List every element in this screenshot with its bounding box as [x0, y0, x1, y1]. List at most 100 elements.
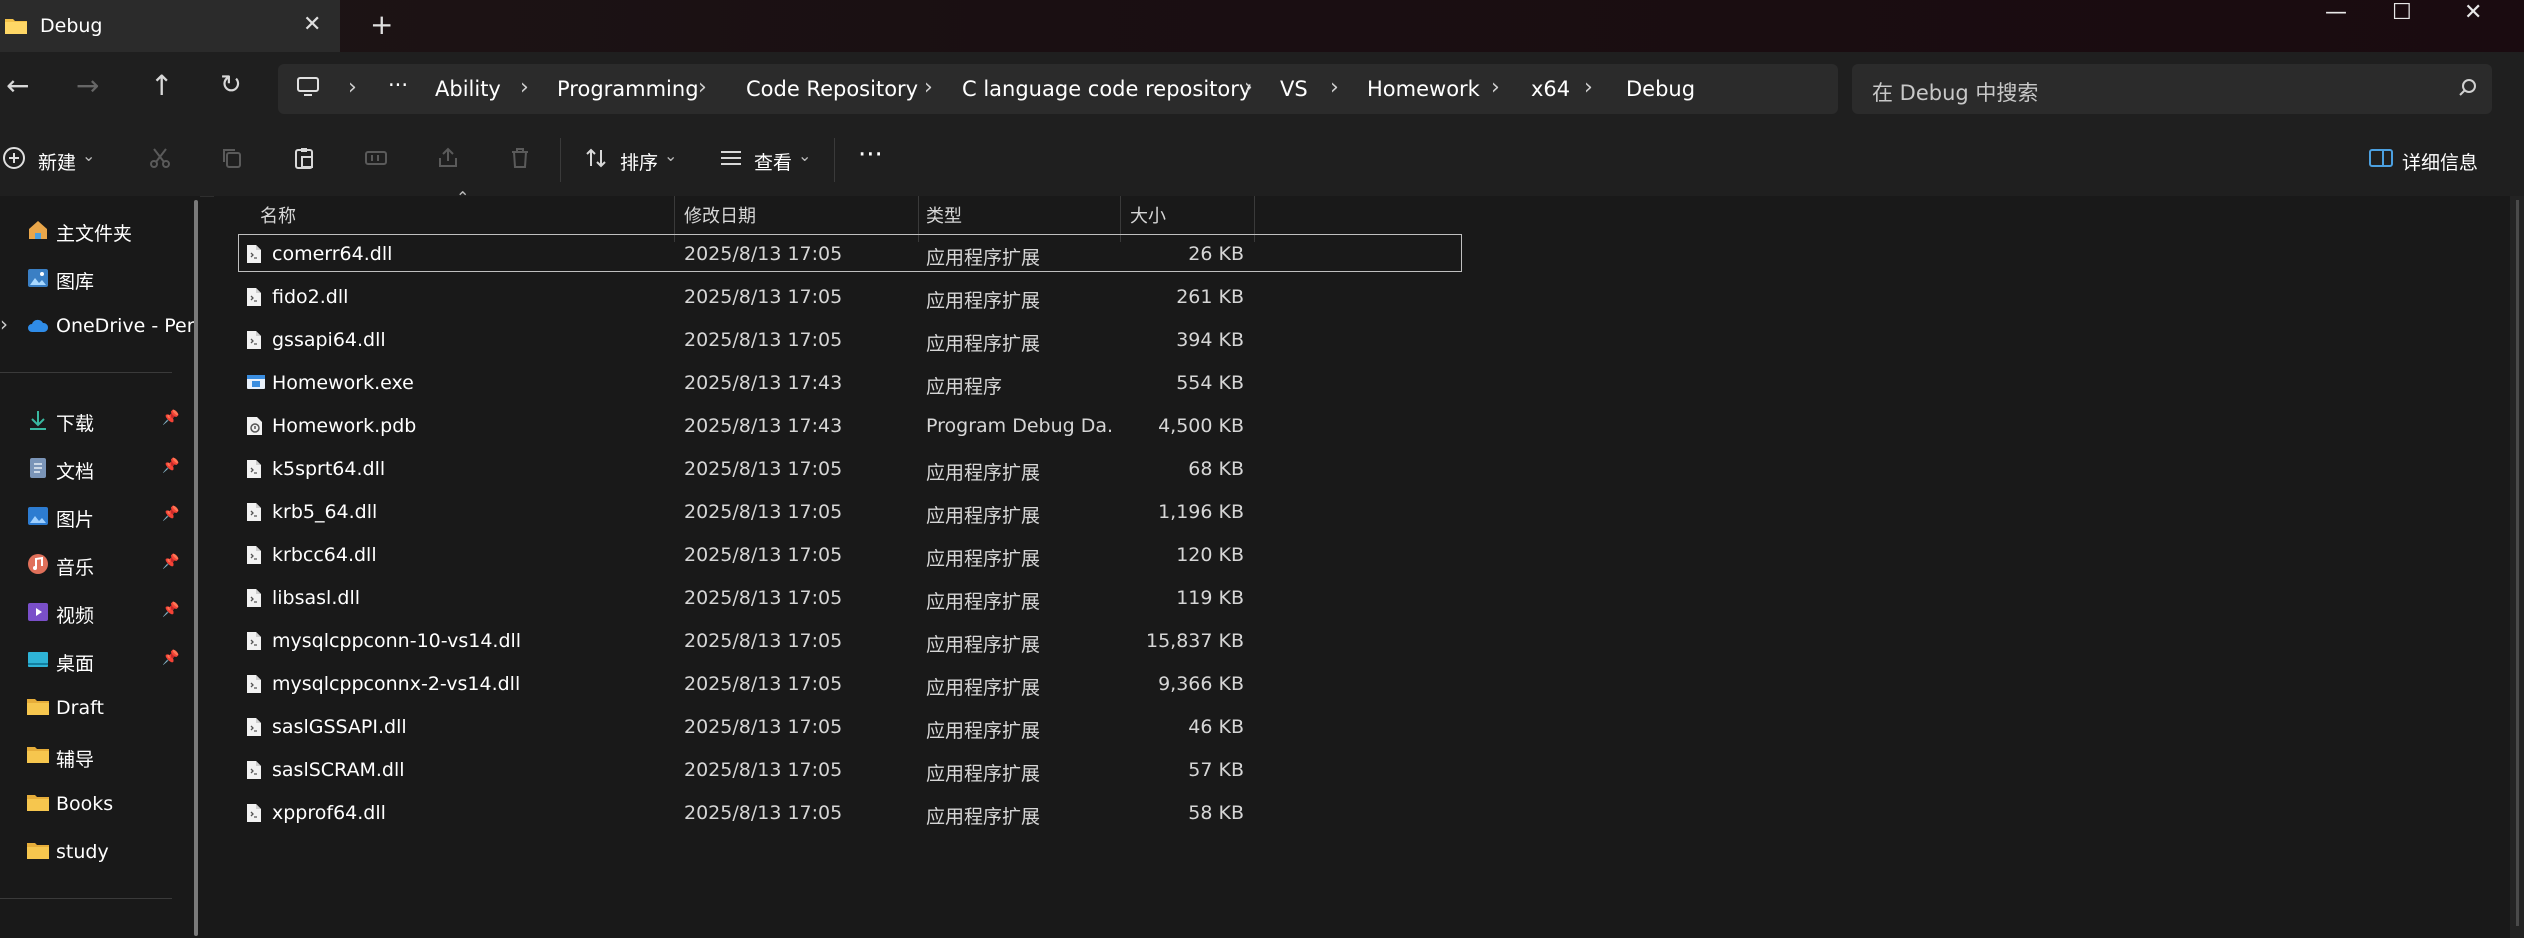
details-pane-icon[interactable] [2368, 146, 2394, 174]
file-name: gssapi64.dll [272, 329, 386, 351]
sidebar-item-documents[interactable]: 文档 📌 [0, 446, 185, 490]
table-row[interactable]: saslGSSAPI.dll 2025/8/13 17:05 应用程序扩展 46 KB [238, 707, 1462, 745]
tab-close-icon[interactable]: ✕ [303, 12, 321, 37]
view-icon[interactable] [718, 146, 744, 174]
copy-icon[interactable] [220, 146, 244, 174]
forward-button[interactable]: → [76, 72, 99, 100]
toolbar-divider [560, 138, 561, 182]
table-row[interactable]: xpprof64.dll 2025/8/13 17:05 应用程序扩展 58 KB [238, 793, 1462, 831]
table-row[interactable]: mysqlcppconnx-2-vs14.dll 2025/8/13 17:05 应… [238, 664, 1462, 702]
delete-icon[interactable] [508, 146, 532, 174]
search-input[interactable]: 在 Debug 中搜索 [1872, 77, 2038, 107]
tab-debug[interactable]: Debug ✕ [0, 0, 340, 52]
folder-icon [4, 16, 28, 40]
file-name: libsasl.dll [272, 587, 360, 609]
crumb-programming[interactable]: Programming [557, 77, 699, 101]
table-row[interactable]: libsasl.dll 2025/8/13 17:05 应用程序扩展 119 KB [238, 578, 1462, 616]
sidebar-item-label: 主文件夹 [56, 223, 133, 245]
pin-icon[interactable]: 📌 [162, 602, 179, 618]
crumb-x64[interactable]: x64 [1531, 77, 1570, 101]
toolbar-divider [834, 138, 835, 182]
search-box[interactable]: 在 Debug 中搜索 [1852, 64, 2492, 114]
sidebar-item-home[interactable]: 主文件夹 [0, 208, 185, 252]
sidebar-item-tutoring[interactable]: 辅导 [0, 734, 185, 778]
crumb-code-repository[interactable]: Code Repository [746, 77, 918, 101]
table-row[interactable]: k5sprt64.dll 2025/8/13 17:05 应用程序扩展 68 KB [238, 449, 1462, 487]
sort-icon[interactable] [584, 146, 610, 174]
exe-file-icon [246, 373, 266, 395]
sidebar-item-videos[interactable]: 视频 📌 [0, 590, 185, 634]
table-row[interactable]: krb5_64.dll 2025/8/13 17:05 应用程序扩展 1,196 KB [238, 492, 1462, 530]
file-size: 119 KB [1176, 587, 1244, 609]
crumb-ability[interactable]: Ability [435, 77, 501, 101]
refresh-button[interactable]: ↻ [220, 72, 242, 98]
pin-icon[interactable]: 📌 [162, 506, 179, 522]
file-type: 应用程序扩展 [926, 763, 1041, 785]
table-row[interactable]: comerr64.dll 2025/8/13 17:05 应用程序扩展 26 KB [238, 234, 1462, 272]
share-icon[interactable] [436, 146, 460, 174]
scrollbar-thumb[interactable] [2516, 200, 2519, 926]
breadcrumb[interactable]: › ··· Ability › Programming › Code Repos… [278, 64, 1838, 114]
file-name: krb5_64.dll [272, 501, 378, 523]
sidebar-item-desktop[interactable]: 桌面 📌 [0, 638, 185, 682]
close-button[interactable]: ✕ [2464, 0, 2482, 25]
home-icon [26, 218, 50, 246]
cut-icon[interactable] [148, 146, 172, 174]
file-type: 应用程序扩展 [926, 677, 1041, 699]
file-date: 2025/8/13 17:05 [684, 544, 843, 566]
new-tab-button[interactable]: + [370, 8, 393, 41]
sidebar-item-onedrive[interactable]: › OneDrive - Per [0, 304, 195, 348]
table-row[interactable]: fido2.dll 2025/8/13 17:05 应用程序扩展 261 KB [238, 277, 1462, 315]
crumb-vs[interactable]: VS [1280, 77, 1308, 101]
minimize-button[interactable]: — [2325, 0, 2347, 25]
new-button[interactable]: 新建 [38, 148, 76, 175]
sidebar-item-draft[interactable]: Draft [0, 686, 185, 730]
rename-icon[interactable] [364, 146, 388, 174]
view-button[interactable]: 查看 [754, 148, 792, 175]
table-row[interactable]: krbcc64.dll 2025/8/13 17:05 应用程序扩展 120 KB [238, 535, 1462, 573]
monitor-icon[interactable] [296, 76, 320, 102]
pin-icon[interactable]: 📌 [162, 650, 179, 666]
maximize-button[interactable]: ☐ [2392, 0, 2412, 25]
table-row[interactable]: saslSCRAM.dll 2025/8/13 17:05 应用程序扩展 57 KB [238, 750, 1462, 788]
sidebar-item-label: OneDrive - Per [56, 315, 195, 337]
video-icon [26, 600, 50, 628]
file-type: 应用程序扩展 [926, 290, 1041, 312]
table-row[interactable]: mysqlcppconn-10-vs14.dll 2025/8/13 17:05 应… [238, 621, 1462, 659]
file-size: 120 KB [1176, 544, 1244, 566]
more-options-button[interactable]: ··· [858, 140, 883, 170]
sidebar-item-downloads[interactable]: 下载 📌 [0, 398, 185, 442]
sidebar-item-pictures[interactable]: 图片 📌 [0, 494, 185, 538]
vertical-scrollbar[interactable] [2510, 196, 2524, 938]
sidebar-item-study[interactable]: study [0, 830, 185, 874]
sidebar-item-music[interactable]: 音乐 📌 [0, 542, 185, 586]
sidebar-scrollbar[interactable] [194, 200, 198, 936]
sidebar-item-gallery[interactable]: 图库 [0, 256, 185, 300]
table-row[interactable]: gssapi64.dll 2025/8/13 17:05 应用程序扩展 394 KB [238, 320, 1462, 358]
sidebar-item-books[interactable]: Books [0, 782, 185, 826]
crumb-c-language[interactable]: C language code repository [962, 77, 1251, 101]
chevron-down-icon[interactable]: ⌄ [664, 146, 677, 165]
breadcrumb-separator: › [1244, 75, 1253, 100]
pin-icon[interactable]: 📌 [162, 410, 179, 426]
details-button[interactable]: 详细信息 [2402, 148, 2478, 175]
pin-icon[interactable]: 📌 [162, 554, 179, 570]
up-button[interactable]: ↑ [150, 72, 173, 100]
paste-icon[interactable] [292, 146, 316, 174]
crumb-homework[interactable]: Homework [1367, 77, 1480, 101]
file-name: saslSCRAM.dll [272, 759, 405, 781]
breadcrumb-more[interactable]: ··· [388, 73, 408, 97]
back-button[interactable]: ← [6, 72, 29, 100]
chevron-down-icon[interactable]: ⌄ [798, 146, 811, 165]
table-row[interactable]: Homework.pdb 2025/8/13 17:43 Program Debug… [238, 406, 1462, 444]
table-row[interactable]: Homework.exe 2025/8/13 17:43 应用程序 554 KB [238, 363, 1462, 401]
file-type: Program Debug Da... [926, 415, 1112, 437]
crumb-debug[interactable]: Debug [1626, 77, 1695, 101]
pin-icon[interactable]: 📌 [162, 458, 179, 474]
sort-button[interactable]: 排序 [620, 148, 658, 175]
file-date: 2025/8/13 17:05 [684, 329, 843, 351]
chevron-down-icon[interactable]: ⌄ [82, 146, 95, 165]
search-icon[interactable] [2458, 78, 2478, 102]
expand-chevron-icon[interactable]: › [0, 312, 8, 336]
plus-circle-icon[interactable] [2, 146, 26, 174]
